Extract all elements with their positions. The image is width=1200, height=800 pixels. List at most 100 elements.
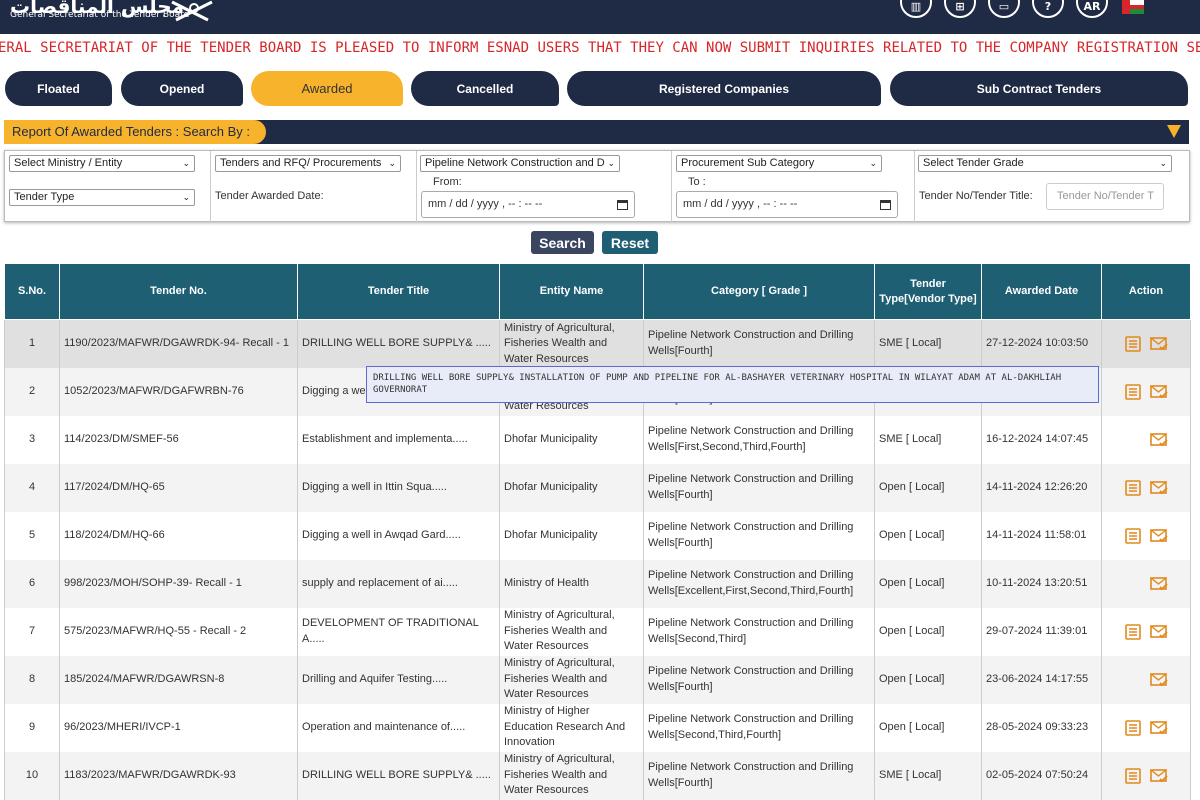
tab-cancelled[interactable]: Cancelled (411, 71, 559, 106)
col-awarded-date[interactable]: Awarded Date (981, 263, 1102, 320)
document-list-icon[interactable] (1124, 527, 1142, 544)
khanjar-emblem-icon (171, 0, 213, 22)
col-category[interactable]: Category [ Grade ] (643, 263, 875, 320)
inbox-icon[interactable]: ▭ (988, 0, 1020, 18)
category-cell: Pipeline Network Construction and Drilli… (643, 655, 875, 704)
grade-select[interactable]: Select Tender Grade ⌄ (918, 155, 1172, 172)
tender-no-cell: 117/2024/DM/HQ-65 (59, 463, 298, 512)
building-icon[interactable]: ▥ (900, 0, 932, 18)
tender-title-cell[interactable]: supply and replacement of ai..... (297, 559, 500, 608)
document-list-icon[interactable] (1124, 767, 1142, 784)
mail-check-icon[interactable] (1150, 336, 1168, 352)
tab-registered-companies[interactable]: Registered Companies (567, 71, 881, 106)
tender-no-input[interactable]: Tender No/Tender T (1046, 183, 1164, 210)
table-row[interactable]: 5 118/2024/DM/HQ-66 Digging a well in Awqa… (4, 511, 1191, 560)
mail-check-icon[interactable] (1150, 720, 1168, 736)
language-toggle[interactable]: AR (1076, 0, 1108, 18)
col-entity-name[interactable]: Entity Name (499, 263, 644, 320)
tab-awarded[interactable]: Awarded (251, 71, 403, 106)
tender-type-cell: SME [ Local] (874, 751, 982, 800)
help-icon[interactable]: ? (1032, 0, 1064, 18)
tender-type-select[interactable]: Tender Type ⌄ (9, 189, 195, 206)
document-list-icon[interactable] (1124, 335, 1142, 352)
tender-no-cell: 114/2023/DM/SMEF-56 (59, 415, 298, 464)
tab-sub-contract-tenders[interactable]: Sub Contract Tenders (890, 71, 1188, 106)
action-icons (1106, 623, 1186, 640)
calendar-icon[interactable] (880, 200, 891, 210)
table-row[interactable]: 6 998/2023/MOH/SOHP-39- Recall - 1 supply … (4, 559, 1191, 608)
col-tender-title[interactable]: Tender Title (297, 263, 500, 320)
calendar-icon[interactable] (617, 200, 628, 210)
sno-cell: 3 (4, 415, 60, 464)
tender-title-cell[interactable]: DRILLING WELL BORE SUPPLY& ..... (297, 319, 500, 368)
mail-check-icon[interactable] (1150, 768, 1168, 784)
mail-check-icon[interactable] (1150, 480, 1168, 496)
chevron-down-icon: ⌄ (1159, 158, 1167, 168)
document-list-icon[interactable] (1124, 719, 1142, 736)
tender-title-cell[interactable]: Establishment and implementa..... (297, 415, 500, 464)
category-select[interactable]: Pipeline Network Construction and D ⌄ (420, 155, 620, 172)
table-row[interactable]: 4 117/2024/DM/HQ-65 Digging a well in Itti… (4, 463, 1191, 512)
tab-opened[interactable]: Opened (121, 71, 243, 106)
table-row[interactable]: 3 114/2023/DM/SMEF-56 Establishment and im… (4, 415, 1191, 464)
mail-check-icon[interactable] (1150, 528, 1168, 544)
category-cell: Pipeline Network Construction and Drilli… (643, 559, 875, 608)
ministry-select[interactable]: Select Ministry / Entity ⌄ (9, 155, 195, 172)
collapse-arrow-icon[interactable] (1167, 125, 1181, 138)
action-icons (1106, 719, 1186, 736)
to-date-input[interactable]: mm / dd / yyyy , -- : -- -- (676, 191, 898, 218)
col-sno[interactable]: S.No. (4, 263, 60, 320)
from-date-input[interactable]: mm / dd / yyyy , -- : -- -- (421, 191, 635, 218)
oman-flag-icon (1122, 0, 1144, 14)
mail-check-icon[interactable] (1150, 576, 1168, 592)
category-cell: Pipeline Network Construction and Drilli… (643, 415, 875, 464)
tender-title-cell[interactable]: DEVELOPMENT OF TRADITIONAL A..... (297, 607, 500, 656)
procurement-type-select[interactable]: Tenders and RFQ/ Procurements ⌄ (215, 155, 401, 172)
filter-col-3: Pipeline Network Construction and D ⌄ Fro… (417, 151, 672, 223)
table-row[interactable]: 8 185/2024/MAFWR/DGAWRSN-8 Drilling and Aq… (4, 655, 1191, 704)
chevron-down-icon: ⌄ (182, 158, 190, 168)
tender-type-cell: Open [ Local] (874, 655, 982, 704)
tab-floated[interactable]: Floated (5, 71, 112, 106)
sno-cell: 7 (4, 607, 60, 656)
action-icons (1106, 576, 1186, 592)
col-tender-no[interactable]: Tender No. (59, 263, 298, 320)
tender-no-cell: 998/2023/MOH/SOHP-39- Recall - 1 (59, 559, 298, 608)
reset-button[interactable]: Reset (602, 231, 658, 254)
document-list-icon[interactable] (1124, 623, 1142, 640)
category-cell: Pipeline Network Construction and Drilli… (643, 463, 875, 512)
document-list-icon[interactable] (1124, 479, 1142, 496)
tender-no-cell: 185/2024/MAFWR/DGAWRSN-8 (59, 655, 298, 704)
tender-title-cell[interactable]: Operation and maintenance of..... (297, 703, 500, 752)
tender-title-cell[interactable]: DRILLING WELL BORE SUPPLY& ..... (297, 751, 500, 800)
awarded-date-cell: 14-11-2024 12:26:20 (981, 463, 1102, 512)
tender-type-cell: Open [ Local] (874, 511, 982, 560)
search-button[interactable]: Search (531, 231, 594, 254)
table-row[interactable]: 1 1190/2023/MAFWR/DGAWRDK-94- Recall - 1D… (4, 319, 1191, 368)
action-cell (1101, 511, 1191, 560)
sitemap-icon[interactable]: ⊞ (944, 0, 976, 18)
mail-check-icon[interactable] (1150, 672, 1168, 688)
document-list-icon[interactable] (1124, 383, 1142, 400)
table-row[interactable]: 10 1183/2023/MAFWR/DGAWRDK-93 DRILLING WEL… (4, 751, 1191, 800)
col-tender-type[interactable]: Tender Type[Vendor Type] (874, 263, 982, 320)
filter-col-1: Select Ministry / Entity ⌄ Tender Type ⌄ (5, 151, 211, 223)
mail-check-icon[interactable] (1150, 624, 1168, 640)
tender-title-cell[interactable]: Digging a well in Ittin Squa..... (297, 463, 500, 512)
from-date-placeholder: mm / dd / yyyy , -- : -- -- (428, 198, 543, 210)
tender-title-cell[interactable]: Digging a well in Awqad Gard..... (297, 511, 500, 560)
sub-category-select[interactable]: Procurement Sub Category ⌄ (676, 155, 882, 172)
table-row[interactable]: 7 575/2023/MAFWR/HQ-55 - Recall - 2 DEVELO… (4, 607, 1191, 656)
entity-name-cell: Dhofar Municipality (499, 463, 644, 512)
sno-cell: 10 (4, 751, 60, 800)
action-cell (1101, 703, 1191, 752)
mail-check-icon[interactable] (1150, 384, 1168, 400)
table-header-row: S.No. Tender No. Tender Title Entity Nam… (4, 263, 1191, 320)
sno-cell: 1 (4, 319, 60, 368)
mail-check-icon[interactable] (1150, 432, 1168, 448)
table-row[interactable]: 9 96/2023/MHERI/IVCP-1 Operation and maint… (4, 703, 1191, 752)
awarded-date-cell: 29-07-2024 11:39:01 (981, 607, 1102, 656)
entity-name-cell: Ministry of Agricultural, Fisheries Weal… (499, 319, 644, 368)
tender-title-cell[interactable]: Drilling and Aquifer Testing..... (297, 655, 500, 704)
tender-no-cell: 1183/2023/MAFWR/DGAWRDK-93 (59, 751, 298, 800)
